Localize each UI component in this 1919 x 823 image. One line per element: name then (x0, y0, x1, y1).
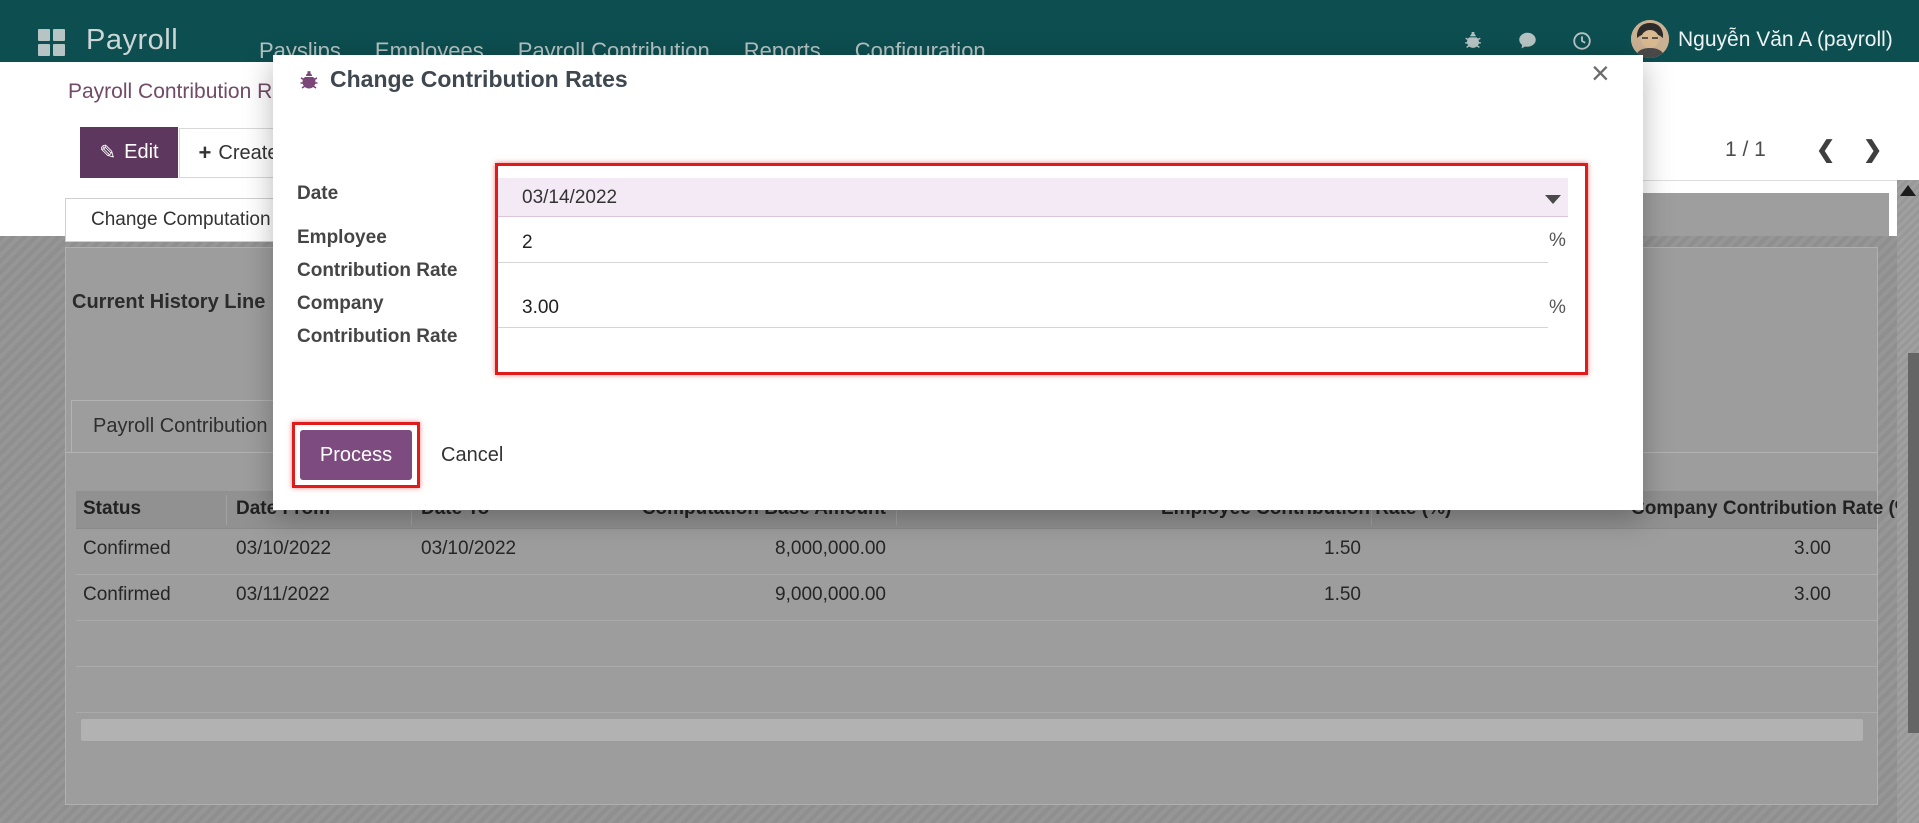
date-input[interactable]: 03/14/2022 (496, 178, 1568, 217)
bug-icon (297, 69, 321, 98)
cell-computation-base: 8,000,000.00 (586, 538, 886, 560)
pager-previous-icon[interactable]: ❮ (1816, 136, 1835, 163)
payroll-app-screen: Payroll Payslips Employees Payroll Contr… (0, 0, 1919, 823)
employee-rate-input[interactable]: 2 (496, 223, 1548, 263)
company-rate-unit: % (1549, 297, 1566, 319)
cancel-button[interactable]: Cancel (435, 435, 509, 475)
date-label: Date (297, 177, 497, 210)
company-rate-label: Company Contribution Rate (297, 287, 497, 353)
cell-employee-rate: 1.50 (1161, 584, 1361, 606)
employee-rate-label: Employee Contribution Rate (297, 221, 497, 287)
table-row[interactable]: Confirmed 03/10/2022 03/10/2022 8,000,00… (76, 529, 1877, 575)
bug-icon[interactable] (1462, 30, 1484, 52)
scrollbar-thumb[interactable] (1908, 353, 1919, 733)
top-navbar: Payroll Payslips Employees Payroll Contr… (0, 0, 1919, 62)
change-contribution-rates-dialog: Change Contribution Rates × Date 03/14/2… (273, 55, 1643, 510)
cell-date-from: 03/11/2022 (236, 584, 330, 606)
company-rate-input[interactable]: 3.00 (496, 288, 1548, 328)
table-empty-row (76, 667, 1877, 713)
pencil-icon: ✎ (99, 140, 116, 165)
cell-company-rate: 3.00 (1631, 584, 1831, 606)
cell-computation-base: 9,000,000.00 (586, 584, 886, 606)
user-name[interactable]: Nguyễn Văn A (payroll) (1678, 28, 1893, 52)
app-brand[interactable]: Payroll (86, 24, 178, 57)
header-divider (226, 495, 227, 525)
section-title: Current History Line (72, 291, 265, 314)
table-empty-row (76, 621, 1877, 667)
vertical-scrollbar[interactable] (1897, 180, 1919, 823)
cell-status: Confirmed (83, 538, 171, 560)
cell-employee-rate: 1.50 (1161, 538, 1361, 560)
process-button[interactable]: Process (300, 430, 412, 480)
chat-icon[interactable] (1516, 30, 1539, 52)
cell-company-rate: 3.00 (1631, 538, 1831, 560)
employee-rate-unit: % (1549, 230, 1566, 252)
plus-icon: + (199, 140, 212, 166)
column-header-company-rate[interactable]: Company Contribution Rate (%) (1631, 498, 1831, 520)
horizontal-scrollbar[interactable] (81, 719, 1863, 741)
dialog-title: Change Contribution Rates (330, 66, 628, 93)
cell-date-from: 03/10/2022 (236, 538, 331, 560)
navbar-icons (1462, 30, 1593, 52)
apps-grid-icon[interactable] (38, 29, 65, 56)
user-avatar[interactable] (1631, 20, 1669, 58)
chevron-down-icon[interactable] (1545, 195, 1561, 204)
edit-button[interactable]: ✎ Edit (80, 127, 178, 178)
cell-status: Confirmed (83, 584, 171, 606)
column-header-status[interactable]: Status (83, 498, 141, 520)
pager-count: 1 / 1 (1725, 138, 1766, 162)
table-row[interactable]: Confirmed 03/11/2022 9,000,000.00 1.50 3… (76, 575, 1877, 621)
control-panel-divider (1643, 180, 1919, 181)
pager-next-icon[interactable]: ❯ (1863, 136, 1882, 163)
cell-date-to: 03/10/2022 (421, 538, 516, 560)
close-icon[interactable]: × (1591, 57, 1610, 89)
clock-icon[interactable] (1571, 30, 1593, 52)
scroll-up-arrow-icon[interactable] (1900, 185, 1916, 196)
